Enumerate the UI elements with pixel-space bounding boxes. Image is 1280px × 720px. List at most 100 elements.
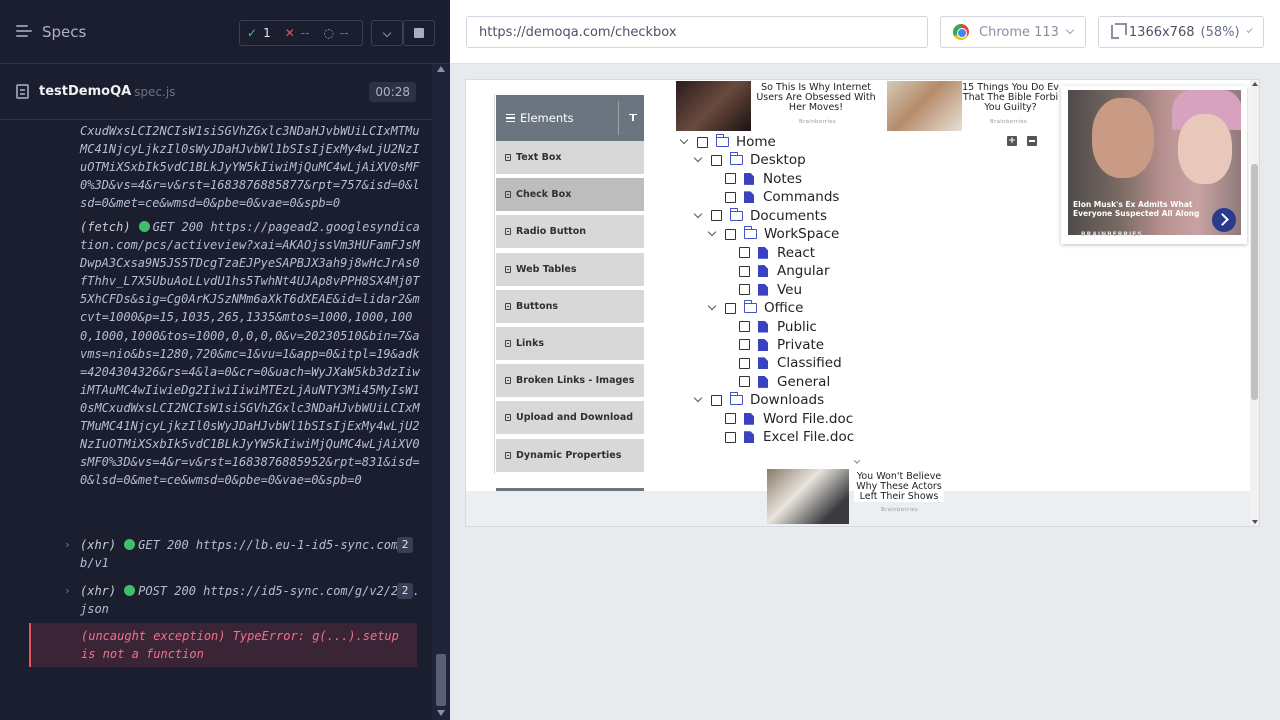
tree-checkbox[interactable]	[725, 191, 736, 203]
collapse-all-button[interactable]	[1027, 136, 1037, 146]
tree-node-general[interactable]: General	[739, 373, 830, 391]
tree-node-notes[interactable]: Notes	[725, 170, 802, 188]
ad-headline[interactable]: 15 Things You Do Ev That The Bible Forbi…	[962, 83, 1059, 113]
tree-checkbox[interactable]	[739, 339, 750, 351]
specs-list-icon[interactable]	[16, 24, 32, 39]
tree-node-label[interactable]: React	[777, 245, 815, 261]
tree-checkbox[interactable]	[725, 431, 736, 443]
app-scrollbar[interactable]	[1250, 80, 1259, 526]
tree-node-angular[interactable]: Angular	[739, 262, 830, 280]
tree-checkbox[interactable]	[725, 228, 736, 240]
tree-node-home[interactable]: Home	[679, 133, 776, 151]
tree-checkbox[interactable]	[725, 302, 736, 314]
command-log-scrollbar[interactable]	[432, 64, 450, 720]
chevron-down-icon[interactable]	[693, 395, 703, 405]
tree-checkbox[interactable]	[725, 173, 736, 185]
log-entry-fetch[interactable]: (fetch) GET 200 https://pagead2.googlesyn…	[80, 218, 420, 489]
menu-item-check-box[interactable]: Check Box	[496, 178, 644, 214]
tree-checkbox[interactable]	[711, 154, 722, 166]
scroll-up-icon[interactable]	[1252, 82, 1258, 86]
elements-group-header[interactable]: Elements	[496, 95, 644, 141]
browser-selector[interactable]: Chrome 113	[940, 16, 1086, 48]
tree-node-desktop[interactable]: Desktop	[693, 151, 806, 169]
tree-node-classified[interactable]: Classified	[739, 354, 842, 372]
chevron-down-icon[interactable]	[707, 229, 717, 239]
tree-checkbox[interactable]	[739, 376, 750, 388]
scroll-up-icon[interactable]	[437, 66, 445, 72]
menu-item-text-box[interactable]: Text Box	[496, 141, 644, 176]
menu-item-web-tables[interactable]: Web Tables	[496, 252, 644, 288]
tree-node-label[interactable]: WorkSpace	[764, 226, 839, 242]
specs-label[interactable]: Specs	[42, 23, 86, 41]
tree-checkbox[interactable]	[739, 321, 750, 332]
tree-node-veu[interactable]: Veu	[739, 281, 802, 299]
tree-node-label[interactable]: Downloads	[750, 392, 824, 408]
tree-node-downloads[interactable]: Downloads	[693, 391, 824, 409]
collapse-chevron-button[interactable]	[371, 20, 403, 46]
menu-item-upload-and-download[interactable]: Upload and Download	[496, 401, 644, 437]
tree-checkbox[interactable]	[697, 136, 708, 148]
tree-node-private[interactable]: Private	[739, 336, 824, 354]
tree-node-word-file-doc[interactable]: Word File.doc	[725, 410, 853, 428]
uncaught-exception-entry[interactable]: (uncaught exception) TypeError: g(...).s…	[29, 623, 417, 667]
tree-node-label[interactable]: General	[777, 374, 830, 390]
tree-node-label[interactable]: Office	[764, 300, 803, 316]
tree-node-excel-file-doc[interactable]: Excel File.doc	[725, 428, 854, 446]
log-entry-xhr[interactable]: (xhr) GET 200 https://lb.eu-1-id5-sync.co…	[80, 536, 420, 572]
menu-item-dynamic-properties[interactable]: Dynamic Properties	[496, 438, 644, 474]
tree-node-public[interactable]: Public	[739, 318, 817, 336]
tree-checkbox[interactable]	[739, 247, 750, 259]
ad-headline[interactable]: So This Is Why Internet Users Are Obsess…	[755, 83, 877, 113]
chevron-down-icon[interactable]	[679, 137, 689, 147]
tree-node-label[interactable]: Excel File.doc	[763, 429, 854, 445]
scroll-thumb[interactable]	[436, 654, 446, 706]
tree-checkbox[interactable]	[739, 284, 750, 296]
tree-node-workspace[interactable]: WorkSpace	[707, 225, 839, 243]
menu-item-buttons[interactable]: Buttons	[496, 289, 644, 325]
sidebar-ad[interactable]: Elon Musk's Ex Admits What Everyone Susp…	[1061, 86, 1247, 244]
tree-node-label[interactable]: Home	[736, 134, 776, 150]
ad-image[interactable]	[887, 81, 962, 131]
scroll-down-icon[interactable]	[437, 710, 445, 716]
ad-image[interactable]	[767, 469, 849, 524]
scroll-down-icon[interactable]	[1252, 520, 1258, 524]
tree-checkbox[interactable]	[711, 394, 722, 406]
tree-node-label[interactable]: Public	[777, 319, 817, 335]
chevron-right-icon[interactable]	[1212, 208, 1236, 232]
expand-caret-icon[interactable]: ›	[64, 582, 71, 600]
spec-row[interactable]: testDemoQA spec.js 00:28	[0, 64, 432, 120]
expand-all-button[interactable]: +	[1007, 136, 1017, 146]
tree-node-label[interactable]: Angular	[777, 263, 830, 279]
tree-node-label[interactable]: Veu	[777, 282, 802, 298]
url-bar[interactable]: https://demoqa.com/checkbox	[466, 16, 928, 48]
chevron-down-icon[interactable]	[693, 155, 703, 165]
tree-node-label[interactable]: Documents	[750, 208, 827, 224]
stop-button[interactable]	[403, 20, 435, 46]
log-entry-xhr[interactable]: (xhr) POST 200 https://id5-sync.com/g/v2/…	[80, 582, 420, 618]
expand-caret-icon[interactable]: ›	[64, 536, 71, 554]
chevron-down-icon[interactable]	[693, 211, 703, 221]
viewport-selector[interactable]: 1366x768 (58%)	[1098, 16, 1264, 48]
chevron-down-icon[interactable]	[707, 303, 717, 313]
tree-node-label[interactable]: Classified	[777, 355, 842, 371]
tree-checkbox[interactable]	[711, 210, 722, 222]
tree-node-documents[interactable]: Documents	[693, 207, 827, 225]
tree-checkbox[interactable]	[725, 413, 736, 425]
ad-image[interactable]	[676, 81, 751, 131]
tree-node-label[interactable]: Word File.doc	[763, 411, 853, 427]
tree-node-commands[interactable]: Commands	[725, 188, 839, 206]
tree-node-label[interactable]: Desktop	[750, 152, 806, 168]
tree-checkbox[interactable]	[739, 357, 750, 369]
collapse-icon[interactable]	[629, 114, 637, 122]
tree-checkbox[interactable]	[739, 265, 750, 277]
ad-headline[interactable]: You Won't Believe Why These Actors Left …	[854, 472, 944, 502]
scroll-thumb[interactable]	[1251, 164, 1258, 400]
menu-item-broken-links-images[interactable]: Broken Links - Images	[496, 364, 644, 400]
tree-node-label[interactable]: Private	[777, 337, 824, 353]
tree-node-office[interactable]: Office	[707, 299, 803, 317]
menu-item-radio-button[interactable]: Radio Button	[496, 215, 644, 251]
tree-node-label[interactable]: Commands	[763, 189, 839, 205]
tree-node-react[interactable]: React	[739, 244, 815, 262]
menu-item-links[interactable]: Links	[496, 327, 644, 362]
tree-node-label[interactable]: Notes	[763, 171, 802, 187]
